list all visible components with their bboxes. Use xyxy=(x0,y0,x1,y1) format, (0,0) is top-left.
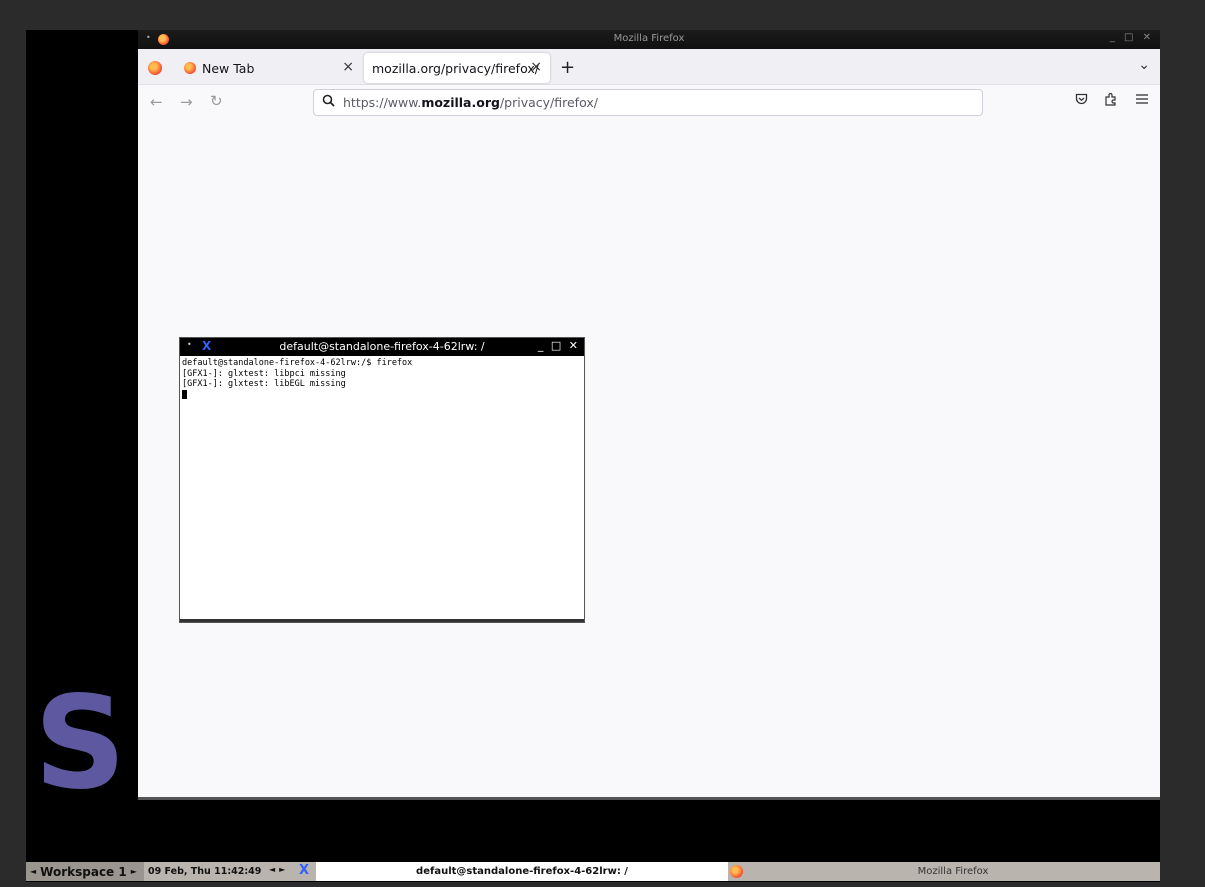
xterm-icon: X xyxy=(299,863,310,878)
firefox-favicon-icon xyxy=(184,62,196,74)
next-workspace-icon[interactable]: ► xyxy=(131,867,137,876)
tab-new-tab[interactable]: New Tab × xyxy=(176,53,362,83)
firefox-titlebar[interactable]: • Mozilla Firefox _ □ ✕ xyxy=(138,30,1160,49)
url-domain: mozilla.org xyxy=(421,95,500,110)
firefox-view-icon[interactable] xyxy=(148,61,162,75)
search-icon xyxy=(322,94,335,111)
workspace-label: Workspace 1 xyxy=(40,864,127,879)
task-nav-arrows-icon[interactable]: ◄► xyxy=(269,865,289,874)
window-controls[interactable]: _ □ ✕ xyxy=(1110,32,1154,43)
prev-workspace-icon[interactable]: ◄ xyxy=(30,867,36,876)
firefox-icon xyxy=(730,865,743,878)
terminal-output[interactable]: default@standalone-firefox-4-62lrw:/$ fi… xyxy=(180,356,584,404)
url-text: https://www.mozilla.org/privacy/firefox/ xyxy=(343,95,598,110)
tab-label: New Tab xyxy=(202,60,255,76)
terminal-line: [GFX1-]: glxtest: libEGL missing xyxy=(182,379,346,389)
terminal-bottom-border xyxy=(180,619,584,622)
terminal-line: default@standalone-firefox-4-62lrw:/$ fi… xyxy=(182,358,413,368)
terminal-line: [GFX1-]: glxtest: libpci missing xyxy=(182,368,346,379)
tab-bar: New Tab × mozilla.org/privacy/firefox/ ×… xyxy=(138,49,1160,85)
back-arrow-icon[interactable]: ← xyxy=(150,93,163,111)
url-path: /privacy/firefox/ xyxy=(499,95,598,110)
reload-icon[interactable]: ↻ xyxy=(210,92,223,110)
pocket-icon[interactable] xyxy=(1075,93,1088,109)
forward-arrow-icon[interactable]: → xyxy=(180,93,193,111)
desktop: S • Mozilla Firefox _ □ ✕ New Tab × mozi… xyxy=(26,30,1160,882)
window-controls[interactable]: _ □ ✕ xyxy=(538,339,580,352)
terminal-title: default@standalone-firefox-4-62lrw: / xyxy=(279,340,485,353)
desktop-logo: S xyxy=(34,669,127,818)
chevron-down-icon[interactable]: ⌄ xyxy=(1138,57,1150,73)
url-prefix: https://www. xyxy=(343,95,422,110)
tab-label: mozilla.org/privacy/firefox/ xyxy=(372,60,539,76)
tab-privacy[interactable]: mozilla.org/privacy/firefox/ × xyxy=(364,53,550,83)
new-tab-button[interactable]: + xyxy=(560,57,575,78)
extensions-icon[interactable] xyxy=(1104,92,1118,110)
taskbar: ◄ Workspace 1 ► 09 Feb, Thu 11:42:49 ◄► … xyxy=(26,862,1160,881)
window-title: Mozilla Firefox xyxy=(613,33,685,44)
taskbar-item-firefox[interactable]: Mozilla Firefox xyxy=(746,862,1160,881)
terminal-titlebar[interactable]: • X default@standalone-firefox-4-62lrw: … xyxy=(180,338,584,356)
hamburger-menu-icon[interactable] xyxy=(1136,92,1148,108)
tab-close-icon[interactable]: × xyxy=(342,59,354,75)
text-cursor xyxy=(182,389,187,399)
terminal-cursor-line xyxy=(182,389,582,403)
clock: 09 Feb, Thu 11:42:49 xyxy=(148,866,262,877)
terminal-window: • X default@standalone-firefox-4-62lrw: … xyxy=(179,337,585,623)
url-bar[interactable]: https://www.mozilla.org/privacy/firefox/ xyxy=(313,89,983,116)
taskbar-item-terminal[interactable]: default@standalone-firefox-4-62lrw: / xyxy=(316,862,728,881)
tab-close-icon[interactable]: × xyxy=(530,59,542,75)
navigation-bar: ← → ↻ https://www.mozilla.org/privacy/fi… xyxy=(138,85,1160,121)
workspace-switcher[interactable]: ◄ Workspace 1 ► xyxy=(26,862,144,881)
